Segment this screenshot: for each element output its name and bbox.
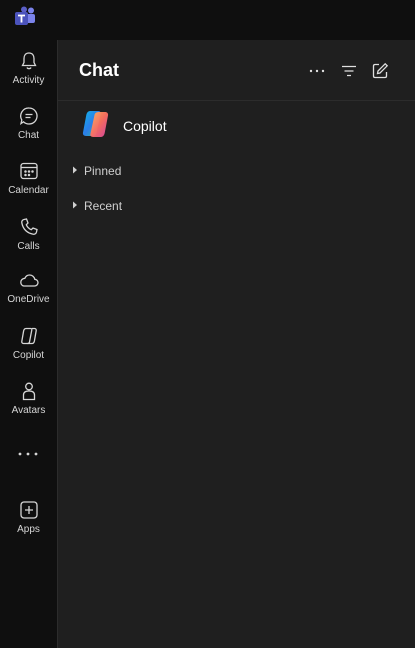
more-options-button[interactable] [304,58,330,84]
rail-item-label: Activity [12,75,45,86]
chat-panel: Chat Copilot Pinned Recent [57,40,415,648]
rail-item-label: Calendar [8,185,49,196]
rail-item-calls[interactable]: Calls [0,210,57,262]
rail-item-calendar[interactable]: Calendar [0,154,57,206]
chat-panel-header: Chat [58,40,415,101]
copilot-logo-icon [82,111,109,137]
teams-logo-icon [15,6,35,25]
more-horizontal-icon [18,452,38,456]
section-pinned[interactable]: Pinned [58,158,415,184]
phone-icon [20,218,38,235]
app-rail: Activity Chat Calendar Calls OneDrive Co… [0,40,57,648]
calendar-icon [19,162,38,180]
rail-item-label: Apps [17,524,40,535]
chat-bubble-icon [19,107,38,125]
section-label: Pinned [84,164,122,178]
copilot-icon [20,327,37,345]
rail-item-copilot[interactable]: Copilot [0,319,57,371]
more-apps-button[interactable] [0,442,57,466]
new-chat-icon [372,62,389,79]
copilot-chat-label: Copilot [123,118,167,134]
new-chat-button[interactable] [367,58,393,84]
person-icon [22,382,35,401]
caret-right-icon [73,201,77,209]
filter-icon [342,65,356,77]
section-label: Recent [84,199,123,213]
rail-item-activity[interactable]: Activity [0,44,57,96]
plus-square-icon [19,501,38,519]
rail-item-chat[interactable]: Chat [0,99,57,151]
cloud-icon [19,274,39,287]
title-bar [0,0,415,40]
rail-item-label: OneDrive [7,294,50,305]
rail-item-onedrive[interactable]: OneDrive [0,263,57,315]
section-recent[interactable]: Recent [58,193,415,219]
more-options-icon [309,69,325,73]
filter-button[interactable] [336,58,362,84]
rail-item-label: Calls [17,241,40,252]
page-title: Chat [79,60,119,80]
bell-icon [20,52,37,70]
rail-item-avatars[interactable]: Avatars [0,374,57,426]
rail-item-label: Chat [17,130,40,141]
rail-item-label: Avatars [11,405,46,416]
copilot-chat-item[interactable]: Copilot [58,102,415,150]
caret-right-icon [73,166,77,174]
rail-item-label: Copilot [12,350,45,361]
rail-item-apps[interactable]: Apps [0,493,57,545]
